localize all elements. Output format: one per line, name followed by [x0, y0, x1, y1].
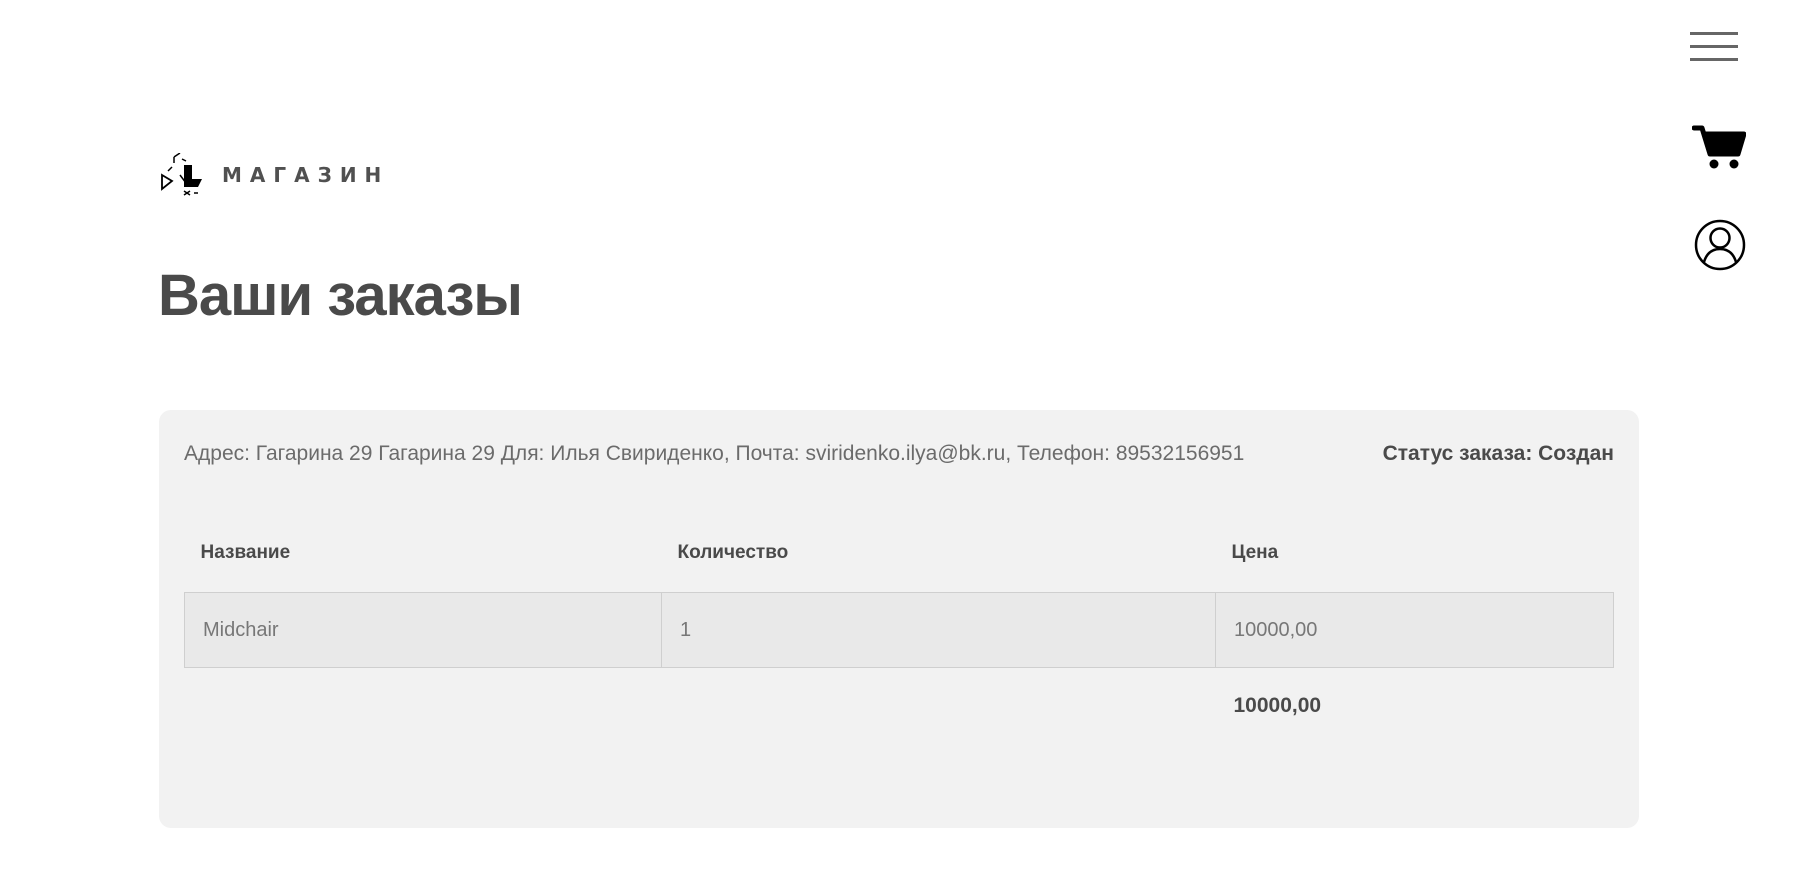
table-header-row: Название Количество Цена [185, 538, 1614, 593]
hamburger-menu-icon[interactable] [1690, 32, 1738, 62]
user-profile-icon[interactable] [1694, 219, 1746, 271]
order-delivery-info: Адрес: Гагарина 29 Гагарина 29 Для: Илья… [184, 442, 1245, 465]
order-items-table: Название Количество Цена Midchair 1 1000… [184, 538, 1614, 718]
logo[interactable]: МАГАЗИН [160, 152, 389, 198]
order-status: Статус заказа: Создан [1382, 442, 1614, 465]
shopping-cart-icon[interactable] [1691, 124, 1747, 170]
item-name-cell: Midchair [184, 592, 662, 668]
total-row: 10000,00 [185, 668, 1614, 719]
page-title: Ваши заказы [158, 263, 523, 328]
order-card: Адрес: Гагарина 29 Гагарина 29 Для: Илья… [159, 410, 1639, 828]
order-total: 10000,00 [1233, 694, 1322, 717]
logo-mark-icon [161, 153, 202, 196]
page: МАГАЗИН Ваши заказы Адрес: Гагарина 29 Г… [0, 0, 1797, 882]
item-quantity-cell: 1 [661, 592, 1216, 668]
table-row: Midchair 1 10000,00 [184, 592, 1614, 668]
logo-text: МАГАЗИН [222, 163, 390, 187]
column-header-name: Название [200, 542, 291, 563]
column-header-quantity: Количество [677, 542, 789, 563]
column-header-price: Цена [1231, 542, 1279, 563]
item-price-cell: 10000,00 [1215, 592, 1614, 668]
